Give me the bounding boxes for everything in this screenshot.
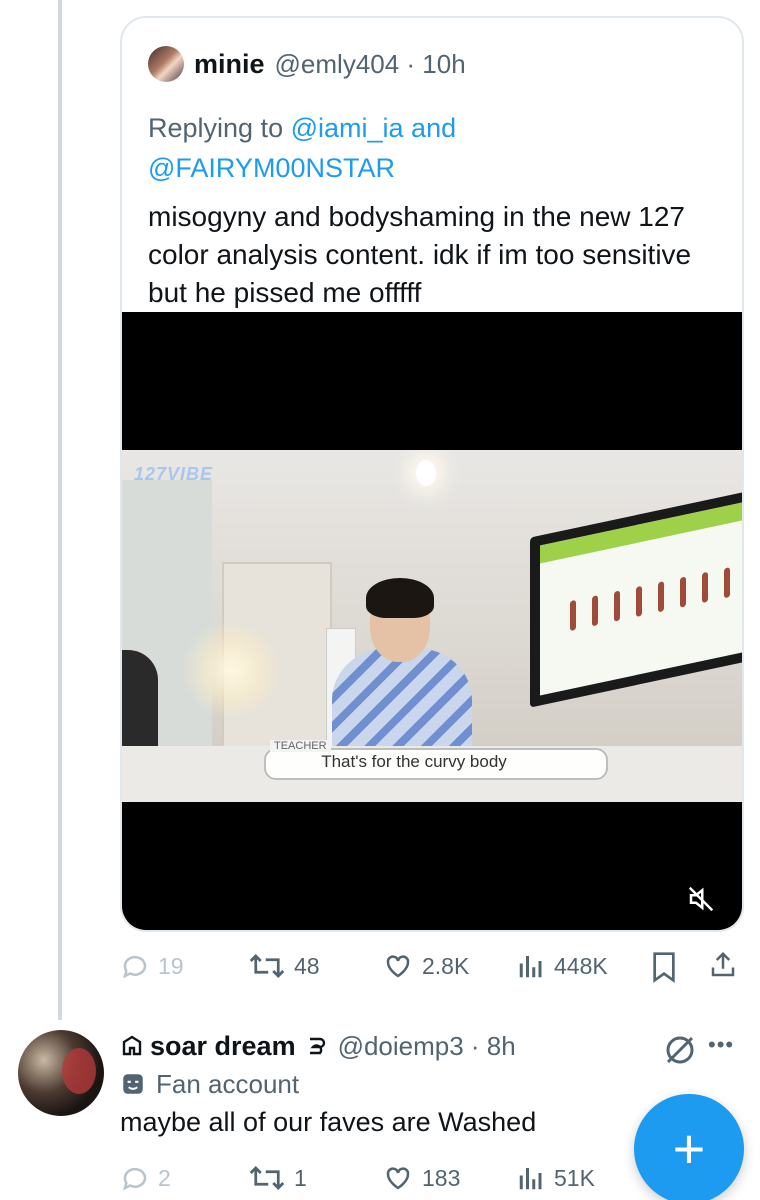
scene-ceiling-light [416, 460, 436, 486]
grok-icon[interactable] [662, 1032, 698, 1068]
quoted-post-header: minie @emly404 · 10h [148, 44, 466, 84]
views-action[interactable]: 51K [516, 1158, 595, 1198]
video-player[interactable]: 127VIBE TEACHER That's for the curvy bod… [122, 312, 742, 930]
account-label-text: Fan account [156, 1068, 300, 1099]
repost-action[interactable]: 48 [248, 946, 320, 986]
reply-header: soar dream @doiemp3 · 8h [120, 1026, 516, 1066]
post-text: misogyny and bodyshaming in the new 127 … [148, 201, 692, 308]
video-frame: 127VIBE TEACHER That's for the curvy bod… [122, 450, 742, 802]
like-count: 183 [422, 1164, 461, 1191]
scene-person-hair [366, 578, 434, 618]
author-handle-time[interactable]: @doiemp3 · 8h [338, 1031, 516, 1062]
author-name[interactable]: minie [194, 49, 265, 80]
scene-lamp [182, 620, 282, 720]
monitor-figure [570, 599, 576, 632]
monitor-screen [540, 501, 742, 696]
reply-post-actions: 2 1 183 51K [120, 1158, 620, 1198]
view-count: 51K [554, 1164, 595, 1191]
quoted-post-actions: 19 48 2.8K 448K [120, 946, 744, 986]
analytics-icon [519, 956, 542, 978]
quoted-post-card[interactable]: minie @emly404 · 10h Replying to @iami_i… [120, 16, 744, 932]
repost-icon [249, 1166, 285, 1190]
like-action[interactable]: 2.8K [382, 946, 469, 986]
reply-icon [123, 955, 147, 979]
scene-person-left [122, 650, 158, 750]
mention-link[interactable]: @FAIRYM00NSTAR [148, 153, 395, 183]
reply-action[interactable]: 19 [120, 946, 184, 986]
monitor-figure [658, 581, 664, 613]
repost-icon [249, 954, 285, 978]
analytics-icon [519, 1168, 542, 1190]
post-text: maybe all of our faves are Washed [120, 1107, 537, 1137]
author-handle-time[interactable]: @emly404 · 10h [275, 49, 466, 80]
monitor-figure [614, 590, 620, 622]
video-caption: That's for the curvy body [321, 752, 507, 771]
like-count: 2.8K [422, 952, 470, 979]
monitor-figure [680, 576, 686, 608]
video-logo: 127VIBE [134, 464, 214, 484]
thread-connector-line [58, 0, 62, 1020]
author-name[interactable]: soar dream [150, 1031, 296, 1062]
monitor-figure [636, 585, 642, 618]
replying-to: Replying to @iami_ia and @FAIRYM00NSTAR [148, 108, 708, 188]
like-action[interactable]: 183 [382, 1158, 460, 1198]
community-icon [122, 1035, 142, 1056]
mute-icon[interactable] [686, 884, 716, 914]
mention-and[interactable]: and [404, 113, 456, 143]
compose-button[interactable]: + [634, 1094, 744, 1200]
views-action[interactable]: 448K [516, 946, 608, 986]
bookmark-icon[interactable] [650, 951, 678, 983]
heart-icon [386, 1167, 410, 1190]
reply-icon [123, 1167, 147, 1191]
reply-action[interactable]: 2 [120, 1158, 171, 1198]
verified-badge-icon [309, 1037, 325, 1055]
mention-link[interactable]: @iami_ia [291, 113, 404, 143]
share-icon[interactable] [708, 949, 738, 981]
scene-monitor [530, 490, 742, 708]
reply-count: 19 [158, 952, 184, 979]
repost-action[interactable]: 1 [248, 1158, 307, 1198]
monitor-figure [724, 567, 730, 599]
more-options-icon[interactable]: ••• [708, 1032, 734, 1058]
monitor-figure [592, 595, 598, 627]
avatar[interactable] [148, 46, 184, 82]
heart-icon [386, 955, 410, 978]
view-count: 448K [554, 952, 608, 979]
repost-count: 1 [294, 1164, 307, 1191]
monitor-figure [702, 571, 708, 604]
replying-to-label: Replying to [148, 113, 291, 143]
account-label: Fan account [120, 1066, 299, 1102]
avatar[interactable] [18, 1030, 104, 1116]
reply-count: 2 [158, 1164, 171, 1191]
repost-count: 48 [294, 952, 320, 979]
theater-masks-icon [123, 1074, 143, 1094]
